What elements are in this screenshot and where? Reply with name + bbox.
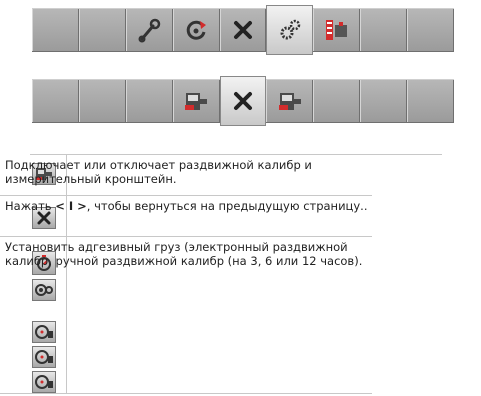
gears-icon: [280, 19, 301, 40]
wrench-button[interactable]: [125, 9, 173, 51]
legend-close-post: , чтобы вернуться на предыдущую страницу…: [86, 199, 368, 213]
toolbar2-slot-7[interactable]: [313, 80, 361, 122]
legend-row-close: Нажать < I >, чтобы вернуться на предыду…: [0, 196, 372, 237]
legend-caliper-text: Подключает или отключает раздвижной кали…: [5, 158, 312, 186]
toolbar-slot-2[interactable]: [78, 9, 126, 51]
close-icon: [234, 21, 252, 39]
caliper-button[interactable]: [313, 9, 361, 51]
caliper-out-button[interactable]: [266, 80, 314, 122]
rotate-button[interactable]: [172, 9, 220, 51]
toolbar2-slot-2[interactable]: [78, 80, 126, 122]
toolbar-slot-1[interactable]: [32, 9, 79, 51]
toolbar2-slot-8[interactable]: [360, 80, 408, 122]
rotate-icon: [186, 20, 207, 40]
caliper-in-button[interactable]: [172, 80, 220, 122]
legend-row-weight: Установить адгезивный груз (электронный …: [0, 237, 372, 394]
legend-weight-text: Установить адгезивный груз (электронный …: [5, 240, 363, 268]
caliper-icon: [185, 93, 208, 110]
gears-button[interactable]: [266, 5, 314, 55]
close-button[interactable]: [219, 9, 267, 51]
legend-row-caliper: Подключает или отключает раздвижной кали…: [0, 155, 372, 196]
toolbar-bottom: [32, 76, 455, 126]
close-icon: [234, 92, 252, 110]
legend-close-key: < I >: [55, 199, 87, 213]
legend-close-pre: Нажать: [5, 199, 56, 213]
caliper-icon: [325, 20, 347, 40]
toolbar-slot-9[interactable]: [407, 9, 455, 51]
toolbar-slot-8[interactable]: [360, 9, 408, 51]
toolbar2-slot-9[interactable]: [407, 80, 455, 122]
wrench-icon: [138, 18, 161, 43]
close-button-2[interactable]: [219, 76, 267, 126]
toolbar-top: [32, 5, 455, 55]
toolbar2-slot-1[interactable]: [32, 80, 79, 122]
toolbar2-slot-3[interactable]: [125, 80, 173, 122]
caliper-icon: [278, 93, 301, 110]
legend-close-text: Нажать < I >, чтобы вернуться на предыду…: [5, 199, 371, 213]
